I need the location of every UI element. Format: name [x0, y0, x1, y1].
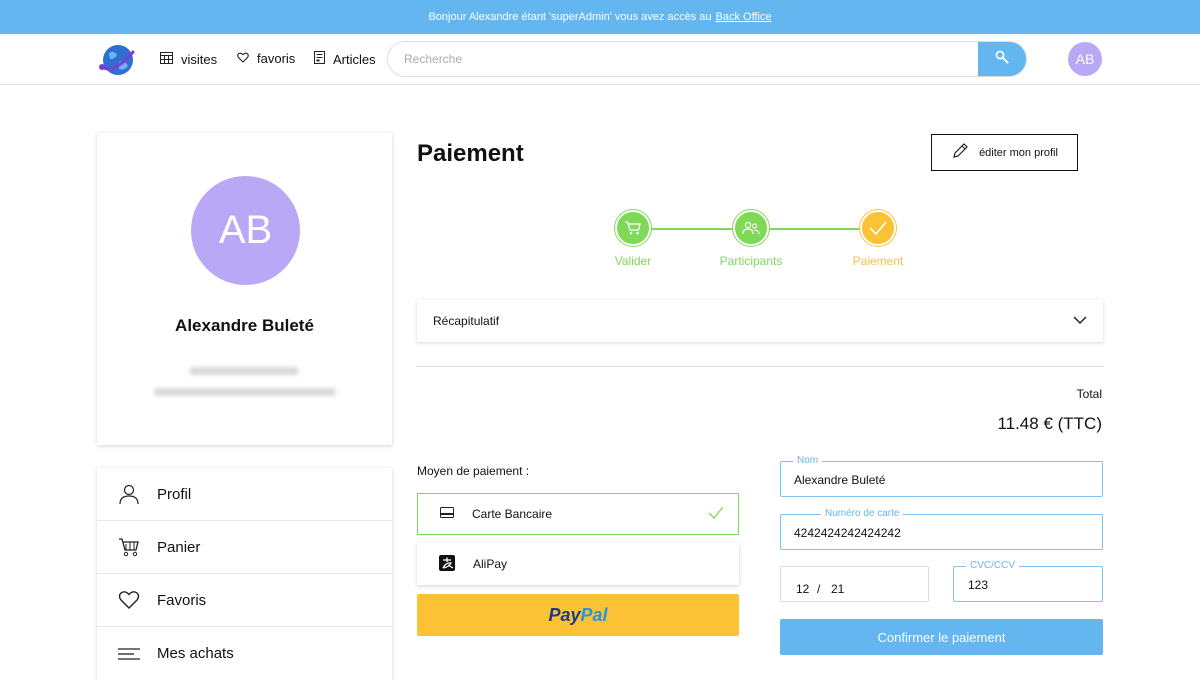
users-icon — [733, 210, 769, 246]
payment-method-label: Carte Bancaire — [472, 507, 553, 521]
chevron-down-icon — [1073, 314, 1087, 328]
cart-icon — [117, 535, 141, 559]
credit-card-icon — [440, 507, 454, 521]
payment-methods-label: Moyen de paiement : — [417, 464, 530, 478]
recap-label: Récapitulatif — [433, 314, 500, 328]
top-navigation: visites favoris Articles AB — [0, 34, 1200, 85]
paypal-logo-part: Pal — [580, 604, 608, 625]
blurred-address-line — [154, 388, 336, 396]
search-button[interactable] — [978, 42, 1026, 76]
search-input[interactable] — [388, 42, 978, 76]
menu-item-label: Mes achats — [157, 645, 234, 662]
search-icon — [995, 50, 1009, 69]
heart-icon — [117, 588, 141, 612]
nav-favoris-label: favoris — [257, 51, 296, 66]
name-field[interactable]: Nom Alexandre Buleté — [780, 455, 1103, 497]
total-label: Total — [1076, 387, 1102, 401]
edit-profile-button[interactable]: éditer mon profil — [931, 134, 1078, 171]
menu-item-label: Profil — [157, 485, 192, 503]
menu-item-label: Favoris — [157, 591, 207, 609]
expiry-separator: / — [817, 582, 821, 596]
blurred-address-line — [189, 367, 299, 375]
banner-text: Bonjour Alexandre étant 'superAdmin' vou… — [428, 11, 712, 23]
cvc-field[interactable]: CVC/CCV 123 — [953, 560, 1103, 602]
field-value: 4242424242424242 — [794, 526, 901, 540]
document-icon — [314, 51, 325, 67]
profile-avatar: AB — [191, 176, 300, 285]
check-icon — [708, 506, 724, 523]
expiry-year: 21 — [831, 582, 845, 596]
field-value: Alexandre Buleté — [794, 473, 886, 487]
field-label: Nom — [793, 455, 823, 466]
step-participants[interactable]: Participants — [701, 210, 801, 268]
user-icon — [117, 482, 141, 506]
pencil-icon — [951, 142, 969, 163]
heart-icon — [237, 51, 249, 66]
menu-item-profil[interactable]: Profil — [97, 468, 392, 521]
menu-item-mes-achats[interactable]: Mes achats — [97, 627, 392, 680]
payment-method-card[interactable]: Carte Bancaire — [417, 493, 739, 535]
step-valider[interactable]: Valider — [583, 210, 683, 268]
profile-name: Alexandre Buleté — [175, 316, 314, 335]
nav-articles-label: Articles — [333, 51, 376, 67]
profile-card: AB Alexandre Buleté — [97, 133, 392, 445]
confirm-payment-button[interactable]: Confirmer le paiement — [780, 619, 1103, 655]
section-divider — [417, 366, 1103, 367]
step-label: Valider — [614, 254, 652, 268]
payment-method-label: AliPay — [473, 557, 508, 571]
payment-method-alipay[interactable]: AliPay — [417, 543, 739, 585]
cart-icon — [615, 210, 651, 246]
nav-visites-label: visites — [181, 51, 218, 67]
user-avatar[interactable]: AB — [1068, 42, 1102, 76]
edit-profile-label: éditer mon profil — [979, 146, 1058, 159]
paypal-button[interactable]: Pay Pal — [417, 594, 739, 636]
expiry-month: 12 — [796, 582, 810, 596]
nav-favoris-link[interactable]: favoris — [237, 51, 295, 66]
check-icon — [860, 210, 896, 246]
menu-item-label: Panier — [157, 538, 201, 556]
menu-item-panier[interactable]: Panier — [97, 521, 392, 574]
step-label: Paiement — [852, 254, 904, 268]
recap-dropdown[interactable]: Récapitulatif — [417, 300, 1103, 342]
expiry-field[interactable]: 12 / 21 — [780, 566, 929, 602]
paypal-logo-part: Pay — [548, 604, 581, 625]
admin-banner: Bonjour Alexandre étant 'superAdmin' vou… — [0, 0, 1200, 34]
field-label: CVC/CCV — [966, 560, 1020, 571]
card-number-field[interactable]: Numéro de carte 4242424242424242 — [780, 508, 1103, 550]
back-office-link[interactable]: Back Office — [716, 11, 772, 23]
menu-item-favoris[interactable]: Favoris — [97, 574, 392, 627]
nav-visites-link[interactable]: visites — [160, 51, 217, 67]
field-label: Numéro de carte — [821, 508, 904, 519]
checkout-stepper: Valider Participants Paiement — [600, 210, 920, 280]
account-menu: Profil Panier Favoris Mes achats — [97, 468, 392, 680]
nav-articles-link[interactable]: Articles — [314, 51, 376, 67]
calendar-icon — [160, 51, 173, 67]
field-value: 123 — [968, 578, 989, 592]
alipay-icon — [439, 554, 455, 574]
total-value: 11.48 € (TTC) — [997, 414, 1102, 433]
step-paiement[interactable]: Paiement — [828, 210, 928, 268]
list-icon — [117, 642, 141, 666]
globe-logo-icon[interactable] — [97, 40, 137, 80]
step-label: Participants — [719, 254, 783, 268]
page-title: Paiement — [417, 140, 524, 167]
search-bar — [387, 41, 1027, 77]
